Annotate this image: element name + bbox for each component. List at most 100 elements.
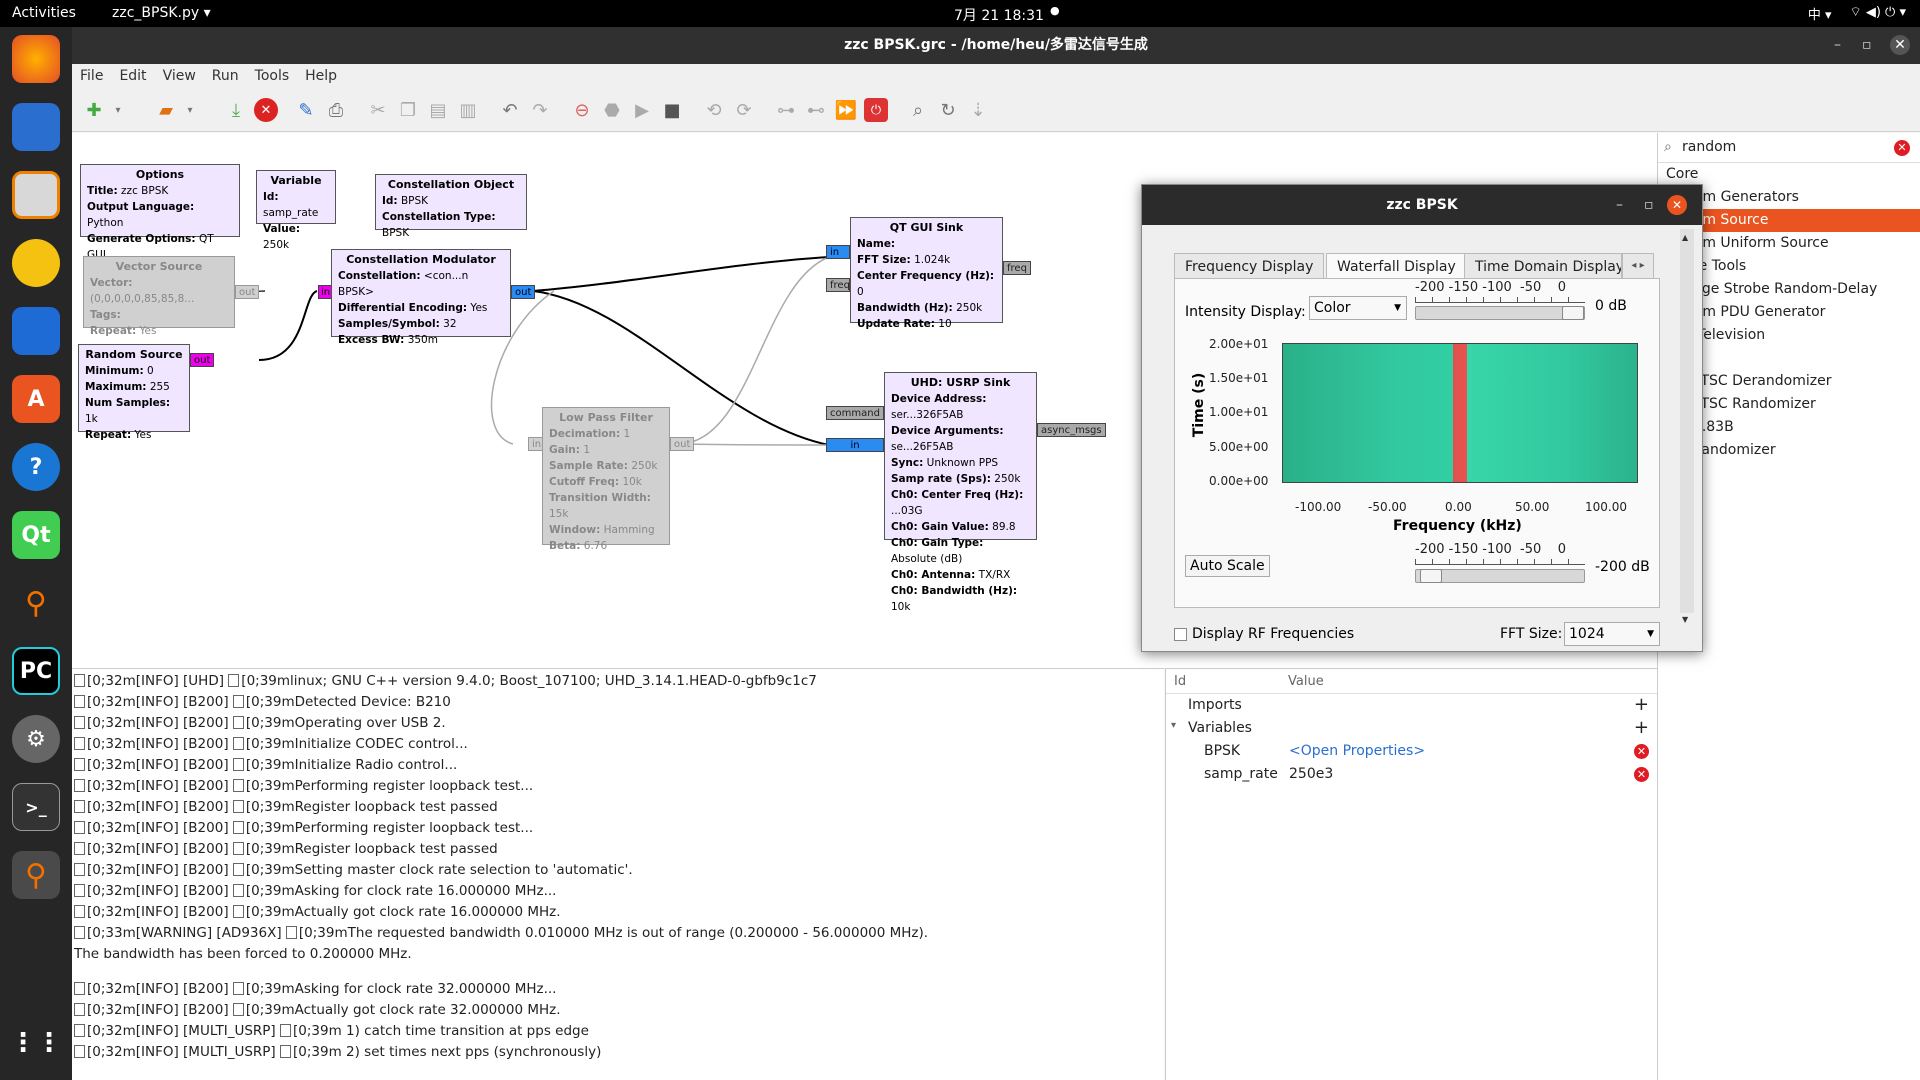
tab-scroll-icon[interactable]: ◂ ▸ <box>1622 253 1654 279</box>
stop-icon[interactable]: ■ <box>660 98 684 122</box>
tree-core[interactable]: Core <box>1658 163 1920 186</box>
gnuradio-icon[interactable]: ⚲ <box>12 579 60 627</box>
new-icon[interactable]: ✚ <box>82 98 106 122</box>
firefox-icon[interactable] <box>12 35 60 83</box>
constellation-object-block[interactable]: Constellation Object Id: BPSK Constellat… <box>375 174 527 239</box>
rotate-ccw-icon[interactable]: ⟲ <box>702 98 726 122</box>
library-search[interactable]: ⌕ random ✕ <box>1658 133 1920 163</box>
thunderbird-icon[interactable] <box>12 103 60 151</box>
variable-bpsk-row[interactable]: BPSK <Open Properties> ✕ <box>1166 740 1657 763</box>
expander-icon[interactable]: ▾ <box>1171 720 1176 731</box>
menu-tools[interactable]: Tools <box>255 68 290 84</box>
slider-handle[interactable] <box>1562 306 1584 320</box>
options-block[interactable]: Options Title: zzc BPSK Output Language:… <box>80 164 240 261</box>
variables-row[interactable]: ▾ Variables + <box>1166 717 1657 740</box>
tab-time-domain-display[interactable]: Time Domain Display <box>1464 253 1622 279</box>
system-tray[interactable]: 中 ▾ ⌔ ◀) ⏻ ▾ <box>1808 4 1906 23</box>
fast-forward-icon[interactable]: ⏩ <box>834 98 858 122</box>
qtsink-in-port[interactable]: in <box>826 245 850 259</box>
vector-source-out-port[interactable]: out <box>235 285 260 299</box>
modulator-out-port[interactable]: out <box>511 285 536 299</box>
menu-view[interactable]: View <box>163 68 196 84</box>
cut-icon[interactable]: ✂ <box>366 98 390 122</box>
lpf-out-port[interactable]: out <box>670 437 695 451</box>
tab-waterfall-display[interactable]: Waterfall Display <box>1326 253 1467 279</box>
scroll-up-icon[interactable]: ▲ <box>1682 233 1688 242</box>
hier-block-icon[interactable]: ⊶ <box>774 98 798 122</box>
fft-size-select[interactable]: 1024 ▼ <box>1564 622 1660 646</box>
usrp-sink-block[interactable]: UHD: USRP Sink Device Address: ser...326… <box>884 372 1037 613</box>
auto-scale-button[interactable]: Auto Scale <box>1185 555 1270 577</box>
menu-file[interactable]: File <box>80 68 103 84</box>
clear-search-icon[interactable]: ✕ <box>1894 140 1910 156</box>
open-dropdown-icon[interactable]: ▾ <box>178 98 202 122</box>
open-properties-link[interactable]: <Open Properties> <box>1289 743 1425 759</box>
qt-minimize-icon[interactable]: – <box>1616 185 1623 225</box>
max-intensity-slider[interactable] <box>1415 306 1585 320</box>
bypass-icon[interactable]: ⬣ <box>600 98 624 122</box>
search-input[interactable]: random <box>1682 139 1736 155</box>
qtsink-freq-in-port[interactable]: freq <box>826 278 850 292</box>
new-dropdown-icon[interactable]: ▾ <box>106 98 130 122</box>
kill-icon[interactable]: ⏻ <box>864 98 888 122</box>
remove-bpsk-icon[interactable]: ✕ <box>1634 744 1649 759</box>
qt-maximize-icon[interactable]: ▫ <box>1644 185 1654 225</box>
writer-icon[interactable] <box>12 307 60 355</box>
console-log[interactable]: [0;32m[INFO] [UHD] [0;39mlinux; GNU C++ … <box>72 668 1164 1080</box>
qtsink-freq-out-port[interactable]: freq <box>1003 261 1031 275</box>
app-menu[interactable]: zzc_BPSK.py ▾ <box>112 5 211 21</box>
random-source-out-port[interactable]: out <box>190 353 215 367</box>
search-icon[interactable]: ⌕ <box>906 98 930 122</box>
imports-row[interactable]: Imports + <box>1166 694 1657 717</box>
software-icon[interactable]: A <box>12 375 60 423</box>
remove-samp-rate-icon[interactable]: ✕ <box>1634 767 1649 782</box>
copy-icon[interactable]: ❐ <box>396 98 420 122</box>
clock[interactable]: 7月 21 18:31 <box>954 5 1044 25</box>
disable-icon[interactable]: ⊖ <box>570 98 594 122</box>
gnuradio-running-icon[interactable]: ⚲ <box>12 851 60 899</box>
print-icon[interactable]: ⎙ <box>324 98 348 122</box>
settings-icon[interactable]: ⚙ <box>12 715 60 763</box>
maximize-icon[interactable]: ▫ <box>1862 27 1872 64</box>
random-source-block[interactable]: Random Source Minimum: 0 Maximum: 255 Nu… <box>78 344 190 441</box>
vector-source-block[interactable]: Vector Source Vector: (0,0,0,0,0,85,85,8… <box>83 256 235 337</box>
low-pass-filter-block[interactable]: Low Pass Filter Decimation: 1 Gain: 1 Sa… <box>542 407 670 552</box>
terminal-icon[interactable]: >_ <box>12 783 60 831</box>
close-flowgraph-icon[interactable]: ✕ <box>254 98 278 122</box>
constellation-modulator-block[interactable]: Constellation Modulator Constellation: <… <box>331 249 511 346</box>
intensity-select[interactable]: Color ▼ <box>1309 296 1407 320</box>
qt-icon[interactable]: Qt <box>12 511 60 559</box>
usrp-in-port[interactable]: in <box>826 438 884 452</box>
show-apps-icon[interactable]: ⋮⋮ <box>10 1019 62 1067</box>
menu-help[interactable]: Help <box>305 68 337 84</box>
qt-scrollbar[interactable]: ▼ ▲ <box>1680 229 1694 624</box>
close-icon[interactable]: ✕ <box>1890 35 1910 55</box>
variable-samp-rate-row[interactable]: samp_rate 250e3 ✕ <box>1166 763 1657 786</box>
add-variable-icon[interactable]: + <box>1634 717 1649 738</box>
scroll-down-icon[interactable]: ▼ <box>1682 615 1692 624</box>
minimize-icon[interactable]: – <box>1834 27 1841 64</box>
variable-block[interactable]: Variable Id: samp_rate Value: 250k <box>256 170 336 251</box>
usrp-async-msgs-port[interactable]: async_msgs <box>1037 423 1106 437</box>
waterfall-plot[interactable] <box>1282 343 1638 483</box>
rotate-cw-icon[interactable]: ⟳ <box>732 98 756 122</box>
add-import-icon[interactable]: + <box>1634 694 1649 715</box>
remove-hier-icon[interactable]: ⊷ <box>804 98 828 122</box>
system-menu[interactable]: ⌔ ◀) ⏻ ▾ <box>1850 4 1907 23</box>
open-icon[interactable]: ▰ <box>154 98 178 122</box>
paste-icon[interactable]: ▤ <box>426 98 450 122</box>
undo-icon[interactable]: ↶ <box>498 98 522 122</box>
tab-frequency-display[interactable]: Frequency Display <box>1174 253 1325 279</box>
menu-edit[interactable]: Edit <box>119 68 146 84</box>
qt-gui-sink-block[interactable]: QT GUI Sink Name: FFT Size: 1.024k Cente… <box>850 217 1003 330</box>
pycharm-icon[interactable]: PC <box>12 647 60 695</box>
qt-close-icon[interactable]: ✕ <box>1667 195 1687 215</box>
activities-button[interactable]: Activities <box>12 5 76 21</box>
ime-indicator[interactable]: 中 ▾ <box>1808 4 1832 23</box>
save-icon[interactable]: ⤓ <box>224 98 248 122</box>
down-arrow-icon[interactable]: ⇣ <box>966 98 990 122</box>
menu-run[interactable]: Run <box>212 68 239 84</box>
col-id[interactable]: Id <box>1166 674 1288 689</box>
slider-handle[interactable] <box>1420 569 1442 583</box>
usrp-command-port[interactable]: command <box>826 406 884 420</box>
